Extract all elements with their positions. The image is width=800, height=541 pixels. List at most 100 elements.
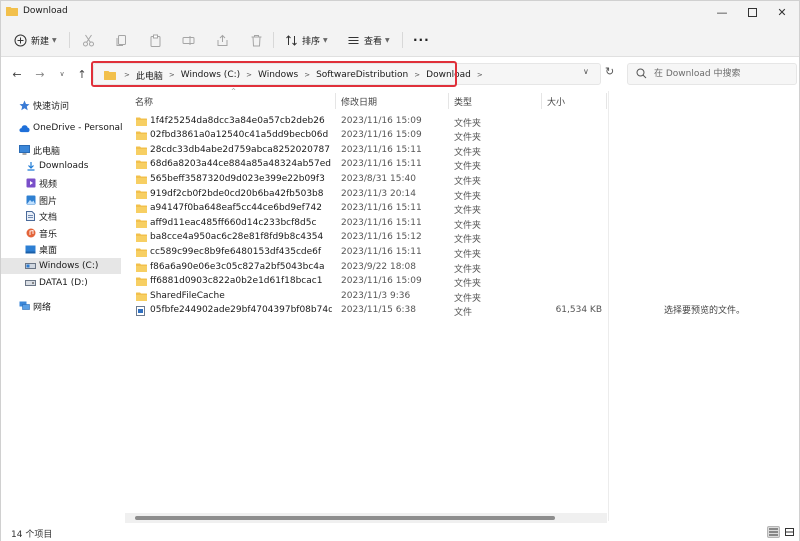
- view-label: 查看: [364, 36, 383, 47]
- table-row[interactable]: SharedFileCache 2023/11/3 9:36 文件夹: [129, 289, 607, 304]
- minimize-icon: —: [716, 5, 728, 19]
- sidebar-item-onedrive[interactable]: OneDrive - Personal: [1, 120, 123, 136]
- table-row[interactable]: 1f4f25254da8dcc3a84e0a57cb2deb26 2023/11/…: [129, 114, 607, 129]
- folder-icon: [136, 292, 147, 304]
- music-icon: [25, 228, 36, 239]
- up-button[interactable]: ↑: [74, 66, 90, 82]
- rename-button[interactable]: [182, 30, 195, 50]
- file-name: 02fbd3861a0a12540c41a5dd9becb06d: [150, 130, 329, 141]
- sidebar-item-label: 音乐: [39, 229, 58, 240]
- maximize-button[interactable]: [737, 1, 767, 23]
- sidebar-item-label: Downloads: [39, 161, 89, 171]
- sidebar-item-downloads[interactable]: Downloads: [1, 158, 121, 174]
- delete-button[interactable]: [250, 30, 263, 50]
- minimize-button[interactable]: —: [707, 1, 737, 23]
- table-row[interactable]: 02fbd3861a0a12540c41a5dd9becb06d 2023/11/…: [129, 128, 607, 143]
- file-date: 2023/9/22 18:08: [341, 261, 416, 272]
- file-name: cc589c99ec8b9fe6480153df435cde6f: [150, 246, 322, 257]
- scrollbar-thumb[interactable]: [135, 516, 555, 520]
- sidebar-item-data1-d[interactable]: DATA1 (D:): [1, 275, 121, 291]
- folder-icon: [136, 219, 147, 231]
- folder-icon: [136, 160, 147, 172]
- chevron-right-icon[interactable]: >: [477, 71, 483, 79]
- file-name: 68d6a8203a44ce884a85a48324ab57ed: [150, 159, 331, 170]
- table-row[interactable]: cc589c99ec8b9fe6480153df435cde6f 2023/11/…: [129, 245, 607, 260]
- table-row[interactable]: 05fbfe244902ade29bf4704397bf08b74d9ac...…: [129, 303, 607, 318]
- sidebar-item-network[interactable]: 网络: [1, 298, 121, 314]
- table-row[interactable]: 565beff3587320d9d023e399e22b09f3 2023/8/3…: [129, 172, 607, 187]
- table-row[interactable]: aff9d11eac485ff660d14c233bcf8d5c 2023/11/…: [129, 216, 607, 231]
- computer-icon: [19, 145, 30, 156]
- file-type: 文件夹: [454, 162, 482, 173]
- file-name: 565beff3587320d9d023e399e22b09f3: [150, 173, 325, 184]
- sidebar-item-desktop[interactable]: 桌面: [1, 241, 121, 257]
- cut-button[interactable]: [82, 30, 95, 50]
- horizontal-scrollbar[interactable]: [125, 513, 607, 523]
- sidebar-item-videos[interactable]: 视频: [1, 175, 121, 191]
- copy-button[interactable]: [115, 30, 128, 50]
- preview-message: 选择要预览的文件。: [663, 306, 745, 316]
- more-options-button[interactable]: ···: [413, 30, 430, 50]
- address-history-button[interactable]: ∨: [583, 67, 589, 76]
- paste-button[interactable]: [149, 30, 162, 50]
- folder-icon: [136, 175, 147, 187]
- file-type: 文件夹: [454, 279, 482, 290]
- share-button[interactable]: [216, 30, 229, 50]
- column-header-name[interactable]: 名称: [135, 95, 153, 108]
- table-row[interactable]: ff6881d0903c822a0b2e1d61f18bcac1 2023/11/…: [129, 274, 607, 289]
- column-divider[interactable]: [335, 93, 336, 109]
- column-divider[interactable]: [448, 93, 449, 109]
- table-row[interactable]: 68d6a8203a44ce884a85a48324ab57ed 2023/11/…: [129, 157, 607, 172]
- sidebar-item-pictures[interactable]: 图片: [1, 192, 121, 208]
- sidebar-item-music[interactable]: 音乐: [1, 225, 121, 241]
- sidebar-item-this-pc[interactable]: 此电脑: [1, 142, 121, 158]
- sidebar-item-label: 视频: [39, 179, 58, 190]
- file-type: 文件夹: [454, 133, 482, 144]
- file-type: 文件夹: [454, 191, 482, 202]
- file-name: 05fbfe244902ade29bf4704397bf08b74d9ac...: [150, 305, 332, 316]
- column-header-type[interactable]: 类型: [454, 95, 472, 108]
- sidebar-item-label: 图片: [39, 196, 58, 207]
- table-row[interactable]: f86a6a90e06e3c05c827a2bf5043bc4a 2023/9/2…: [129, 260, 607, 275]
- column-header-date[interactable]: 修改日期: [341, 95, 377, 108]
- close-button[interactable]: ✕: [767, 1, 797, 23]
- recent-locations-button[interactable]: ∨: [54, 66, 70, 82]
- file-type: 文件夹: [454, 235, 482, 246]
- tiles-view-button[interactable]: [783, 526, 796, 538]
- title-bar: Download — ✕: [1, 1, 799, 23]
- search-input[interactable]: [654, 67, 792, 81]
- column-divider[interactable]: [541, 93, 542, 109]
- folder-icon: [136, 146, 147, 158]
- folder-icon: [136, 190, 147, 202]
- back-button[interactable]: ←: [9, 66, 25, 82]
- column-divider[interactable]: [606, 93, 607, 109]
- forward-button[interactable]: →: [32, 66, 48, 82]
- folder-icon: [136, 117, 147, 129]
- file-date: 2023/8/31 15:40: [341, 173, 416, 184]
- search-icon: [636, 68, 647, 79]
- file-date: 2023/11/16 15:11: [341, 217, 422, 228]
- sidebar-item-quick-access[interactable]: 快速访问: [1, 97, 121, 113]
- file-date: 2023/11/16 15:09: [341, 115, 422, 126]
- search-box[interactable]: [627, 63, 797, 85]
- table-row[interactable]: 28cdc33db4abe2d759abca8252020787 2023/11/…: [129, 143, 607, 158]
- sidebar-item-label: DATA1 (D:): [39, 278, 88, 288]
- table-row[interactable]: 919df2cb0f2bde0cd20b6ba42fb503b8 2023/11/…: [129, 187, 607, 202]
- sort-button[interactable]: 排序 ▼: [285, 30, 328, 50]
- details-view-button[interactable]: [767, 526, 780, 538]
- toolbar-divider: [273, 32, 274, 48]
- folder-icon: [136, 204, 147, 216]
- new-button[interactable]: 新建 ▼: [14, 30, 57, 50]
- document-icon: [25, 211, 36, 222]
- toolbar-divider: [69, 32, 70, 48]
- table-row[interactable]: a94147f0ba648eaf5cc44ce6bd9ef742 2023/11/…: [129, 201, 607, 216]
- sidebar-item-windows-c[interactable]: Windows (C:): [1, 258, 121, 274]
- sidebar-item-label: 快速访问: [33, 101, 70, 112]
- refresh-button[interactable]: ↻: [605, 65, 614, 78]
- table-row[interactable]: ba8cce4a950ac6c28e81f8fd9b8c4354 2023/11/…: [129, 230, 607, 245]
- sidebar-item-documents[interactable]: 文档: [1, 208, 121, 224]
- network-icon: [19, 301, 30, 312]
- column-header-size[interactable]: 大小: [547, 95, 565, 108]
- view-button[interactable]: 查看 ▼: [347, 30, 390, 50]
- desktop-icon: [25, 244, 36, 255]
